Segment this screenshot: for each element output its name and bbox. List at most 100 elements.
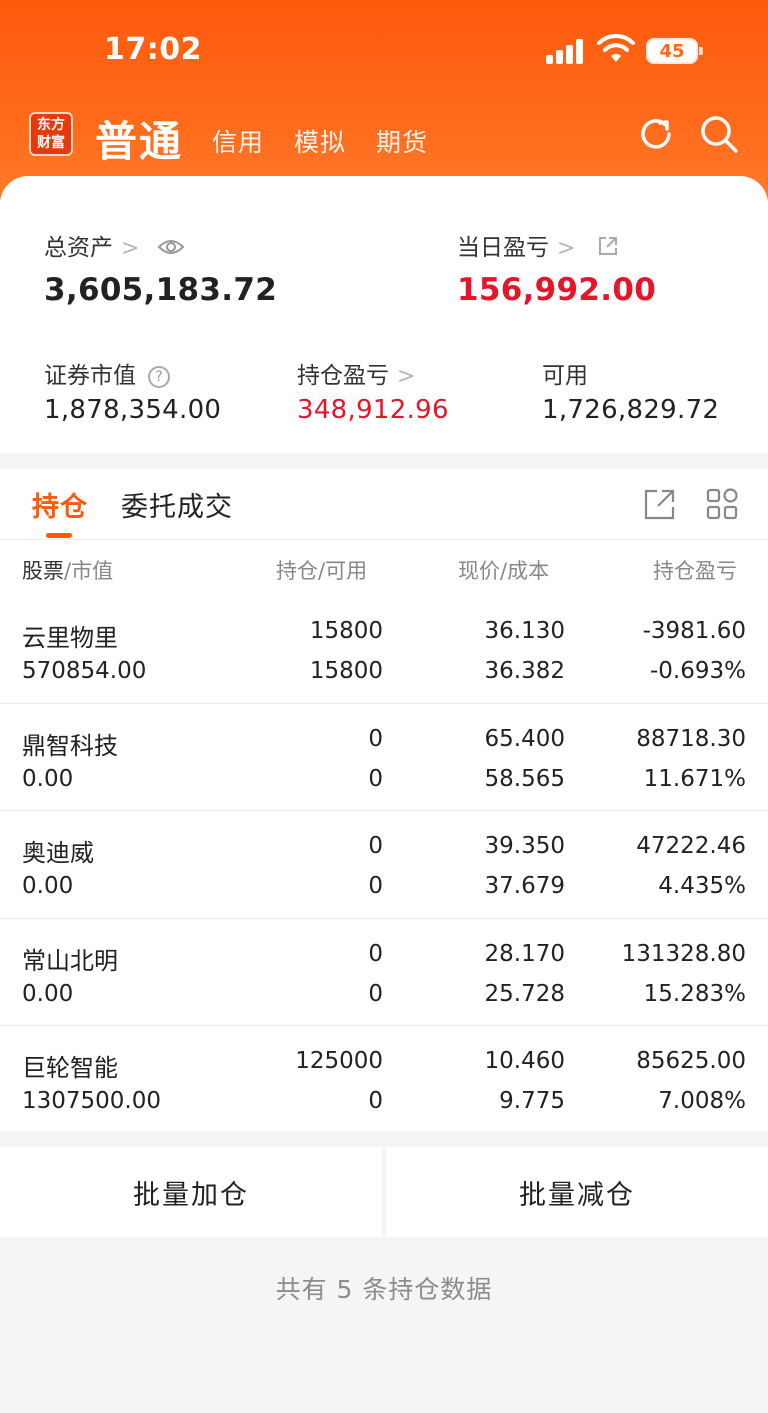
column-header-stock[interactable]: 股票/市值 (22, 555, 113, 585)
available-qty: 0 (368, 873, 383, 899)
cost-price: 37.679 (484, 873, 565, 899)
column-header-hold-sub: 可用 (325, 559, 368, 583)
table-row[interactable]: 鼎智科技 0.00 0 0 65.400 58.565 88718.30 11.671% (0, 704, 768, 811)
position-pl: 131328.80 (621, 940, 746, 967)
batch-reduce-button[interactable]: 批量减仓 (386, 1147, 768, 1237)
positions-count-text: 共有 5 条持仓数据 (275, 1275, 493, 1304)
available-qty: 0 (368, 1088, 383, 1114)
grid-icon[interactable] (705, 487, 739, 521)
total-assets-value: 3,605,183.72 (44, 272, 278, 308)
market-value: 0.00 (22, 765, 74, 792)
market-value: 1307500.00 (22, 1088, 162, 1114)
stock-name: 云里物里 (22, 624, 118, 652)
position-pl-label-text: 持仓盈亏 (297, 363, 389, 389)
position-pl: 88718.30 (636, 725, 746, 752)
asset-summary-card: 总资产 > 3,605,183.72 当日盈亏 > 156,992.00 证券市值?… (0, 176, 768, 453)
available-label: 可用 (542, 363, 588, 389)
current-price: 65.400 (484, 725, 565, 752)
market-value-label-text: 证券市值 (44, 363, 136, 389)
chevron-right-icon: > (397, 364, 416, 389)
stock-name: 奥迪威 (22, 839, 94, 867)
column-header-price[interactable]: 现价/成本 (458, 555, 549, 585)
total-assets-label[interactable]: 总资产 > (44, 228, 185, 262)
hold-qty: 0 (368, 833, 383, 859)
available-qty: 0 (368, 980, 383, 1007)
table-row[interactable]: 云里物里 570854.00 15800 15800 36.130 36.382 -3981… (0, 596, 768, 703)
external-link-icon[interactable] (597, 235, 619, 257)
market-value: 0.00 (22, 873, 74, 899)
share-icon[interactable] (643, 487, 677, 521)
column-header-price-sub: 成本 (507, 559, 550, 583)
batch-add-button[interactable]: 批量加仓 (0, 1147, 382, 1237)
cost-price: 9.775 (499, 1088, 565, 1114)
positions-panel: 持仓 委托成交 股票/市值 持仓/可用 现价/成本 持仓盈亏 云里物里 57085… (0, 469, 768, 1131)
daily-pl-label-text: 当日盈亏 (457, 235, 549, 261)
cost-price: 25.728 (484, 980, 565, 1007)
position-pl: 47222.46 (636, 833, 746, 859)
help-icon[interactable]: ? (148, 366, 170, 388)
account-nav: 东方 财富 普通 信用 模拟 期货 (0, 100, 768, 180)
app-logo: 东方 财富 (29, 112, 73, 156)
active-tab-indicator (46, 533, 72, 538)
tab-simulation[interactable]: 模拟 (294, 123, 346, 159)
column-header-price-main: 现价 (458, 559, 500, 583)
position-pl-pct: 4.435% (658, 873, 746, 899)
market-value: 0.00 (22, 980, 74, 1007)
battery-icon: 45 (646, 38, 703, 64)
stock-name: 鼎智科技 (22, 731, 118, 760)
position-pl-label[interactable]: 持仓盈亏 > (297, 356, 415, 390)
position-pl-pct: 15.283% (643, 980, 746, 1007)
position-pl-pct: -0.693% (650, 658, 746, 684)
position-pl: -3981.60 (642, 618, 746, 644)
chevron-right-icon: > (557, 236, 576, 261)
hold-qty: 0 (368, 940, 383, 967)
current-price: 36.130 (484, 618, 565, 644)
total-assets-label-text: 总资产 (44, 235, 113, 261)
current-price: 10.460 (484, 1048, 565, 1074)
current-price: 39.350 (484, 833, 565, 859)
market-value: 570854.00 (22, 658, 147, 684)
divider (0, 539, 768, 540)
column-header-pl[interactable]: 持仓盈亏 (653, 555, 763, 585)
logo-text-2: 财富 (37, 135, 65, 151)
tab-futures[interactable]: 期货 (376, 123, 428, 159)
tab-orders[interactable]: 委托成交 (121, 485, 233, 524)
eye-icon[interactable] (157, 238, 185, 256)
hold-qty: 0 (368, 725, 383, 752)
available-qty: 15800 (309, 658, 383, 684)
current-price: 28.170 (484, 940, 565, 967)
table-row[interactable]: 常山北明 0.00 0 0 28.170 25.728 131328.80 15.283% (0, 919, 768, 1026)
column-header-stock-sub: 市值 (71, 559, 114, 583)
chevron-right-icon: > (121, 236, 140, 261)
tab-positions[interactable]: 持仓 (32, 485, 88, 524)
logo-text-1: 东方 (37, 117, 65, 133)
column-header-stock-main: 股票 (22, 559, 64, 583)
search-icon[interactable] (699, 114, 739, 154)
cost-price: 58.565 (484, 765, 565, 792)
wifi-icon (597, 34, 635, 62)
position-pl-value: 348,912.96 (297, 395, 449, 425)
battery-level: 45 (659, 40, 685, 62)
app-header: 17:02 45 东方 财富 普通 信用 模拟 期货 (0, 0, 768, 200)
position-pl: 85625.00 (636, 1048, 746, 1074)
stock-name: 巨轮智能 (22, 1054, 118, 1082)
hold-qty: 15800 (309, 618, 383, 644)
daily-pl-value: 156,992.00 (457, 272, 657, 308)
column-header-hold-main: 持仓 (276, 559, 318, 583)
market-value-value: 1,878,354.00 (44, 395, 222, 425)
table-row[interactable]: 巨轮智能 1307500.00 125000 0 10.460 9.775 85625.00… (0, 1026, 768, 1133)
cellular-signal-icon (546, 38, 586, 64)
hold-qty: 125000 (295, 1048, 383, 1074)
status-bar: 17:02 45 (0, 0, 768, 100)
status-time: 17:02 (104, 32, 202, 67)
batch-actions: 批量加仓 批量减仓 (0, 1147, 768, 1237)
column-header-hold[interactable]: 持仓/可用 (276, 555, 367, 585)
tab-credit[interactable]: 信用 (212, 123, 264, 159)
stock-name: 常山北明 (22, 946, 118, 975)
tab-normal[interactable]: 普通 (95, 108, 183, 169)
available-value: 1,726,829.72 (542, 395, 720, 425)
cost-price: 36.382 (484, 658, 565, 684)
refresh-icon[interactable] (636, 114, 676, 154)
table-row[interactable]: 奥迪威 0.00 0 0 39.350 37.679 47222.46 4.435% (0, 811, 768, 918)
daily-pl-label[interactable]: 当日盈亏 > (457, 228, 619, 262)
